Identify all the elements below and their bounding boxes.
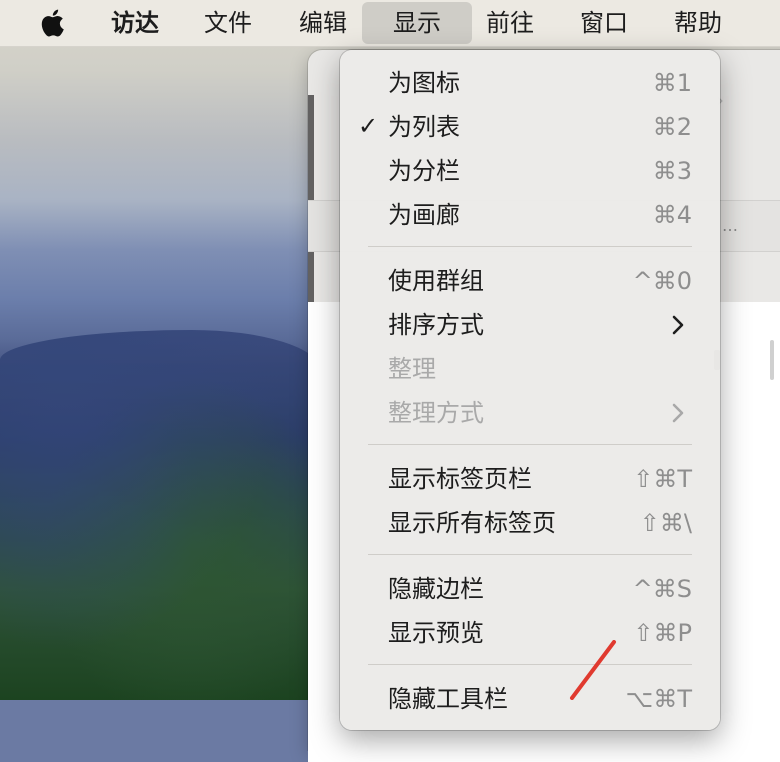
menu-item-label: 隐藏边栏: [388, 575, 484, 603]
menu-item-label: 整理方式: [388, 399, 484, 427]
menu-item-show-preview[interactable]: 显示预览 ⇧⌘P: [340, 611, 720, 655]
menu-item-hide-toolbar[interactable]: 隐藏工具栏 ⌥⌘T: [340, 677, 720, 721]
menu-item-shortcut: ⌘2: [652, 113, 692, 141]
menu-item-shortcut: ⇧⌘\: [639, 509, 692, 537]
menu-separator: [368, 444, 692, 445]
menu-separator: [368, 664, 692, 665]
menu-item-shortcut: ⌥⌘T: [625, 685, 692, 713]
menu-separator: [368, 554, 692, 555]
menu-file[interactable]: 文件: [192, 0, 264, 46]
menu-view[interactable]: 显示: [362, 2, 472, 44]
window-scrollbar[interactable]: [770, 340, 774, 380]
menu-item-shortcut: ⇧⌘T: [633, 465, 692, 493]
more-icon[interactable]: …: [722, 216, 738, 235]
menu-item-show-tab-bar[interactable]: 显示标签页栏 ⇧⌘T: [340, 457, 720, 501]
menu-item-label: 显示预览: [388, 619, 484, 647]
wallpaper-hills: [0, 330, 320, 700]
menu-item-shortcut: ⌘4: [652, 201, 692, 229]
menu-item-label: 排序方式: [388, 311, 484, 339]
menu-item-sort-by[interactable]: 排序方式: [340, 303, 720, 347]
red-arrow-annotation: [570, 640, 616, 700]
menu-item-shortcut: ^⌘0: [632, 267, 692, 295]
menu-item-shortcut: ⌘1: [652, 69, 692, 97]
menu-item-label: 使用群组: [388, 267, 484, 295]
menu-window[interactable]: 窗口: [568, 0, 640, 46]
menu-item-use-groups[interactable]: 使用群组 ^⌘0: [340, 259, 720, 303]
menu-item-as-columns[interactable]: 为分栏 ⌘3: [340, 149, 720, 193]
menu-help[interactable]: 帮助: [662, 0, 734, 46]
menu-item-label: 为图标: [388, 69, 460, 97]
menu-item-shortcut: ⌘3: [652, 157, 692, 185]
menu-item-shortcut: ⇧⌘P: [633, 619, 692, 647]
chevron-right-icon: [672, 315, 684, 335]
menu-item-label: 隐藏工具栏: [388, 685, 508, 713]
menu-item-hide-sidebar[interactable]: 隐藏边栏 ^⌘S: [340, 567, 720, 611]
menu-item-label: 为列表: [388, 113, 460, 141]
apple-logo-icon[interactable]: [38, 7, 70, 39]
checkmark-icon: ✓: [358, 112, 379, 140]
menu-item-label: 显示所有标签页: [388, 509, 556, 537]
chevron-right-icon: [672, 403, 684, 423]
menu-item-shortcut: ^⌘S: [632, 575, 692, 603]
menu-item-label: 显示标签页栏: [388, 465, 532, 493]
menu-item-show-all-tabs[interactable]: 显示所有标签页 ⇧⌘\: [340, 501, 720, 545]
menu-item-label: 整理: [388, 355, 436, 383]
menu-edit[interactable]: 编辑: [287, 0, 359, 46]
menu-item-label: 为画廊: [388, 201, 460, 229]
menu-item-as-list[interactable]: ✓ 为列表 ⌘2: [340, 105, 720, 149]
menu-item-label: 为分栏: [388, 157, 460, 185]
menu-item-clean-up: 整理: [340, 347, 720, 391]
menu-item-clean-up-by: 整理方式: [340, 391, 720, 435]
menu-item-as-gallery[interactable]: 为画廊 ⌘4: [340, 193, 720, 237]
menu-item-as-icons[interactable]: 为图标 ⌘1: [340, 61, 720, 105]
menu-finder[interactable]: 访达: [100, 0, 170, 46]
menu-separator: [368, 246, 692, 247]
menu-bar: 访达 文件 编辑 显示 前往 窗口 帮助: [0, 0, 780, 47]
view-menu-dropdown: 为图标 ⌘1 ✓ 为列表 ⌘2 为分栏 ⌘3 为画廊 ⌘4 使用群组 ^⌘0 排…: [340, 50, 720, 730]
menu-go[interactable]: 前往: [474, 0, 546, 46]
